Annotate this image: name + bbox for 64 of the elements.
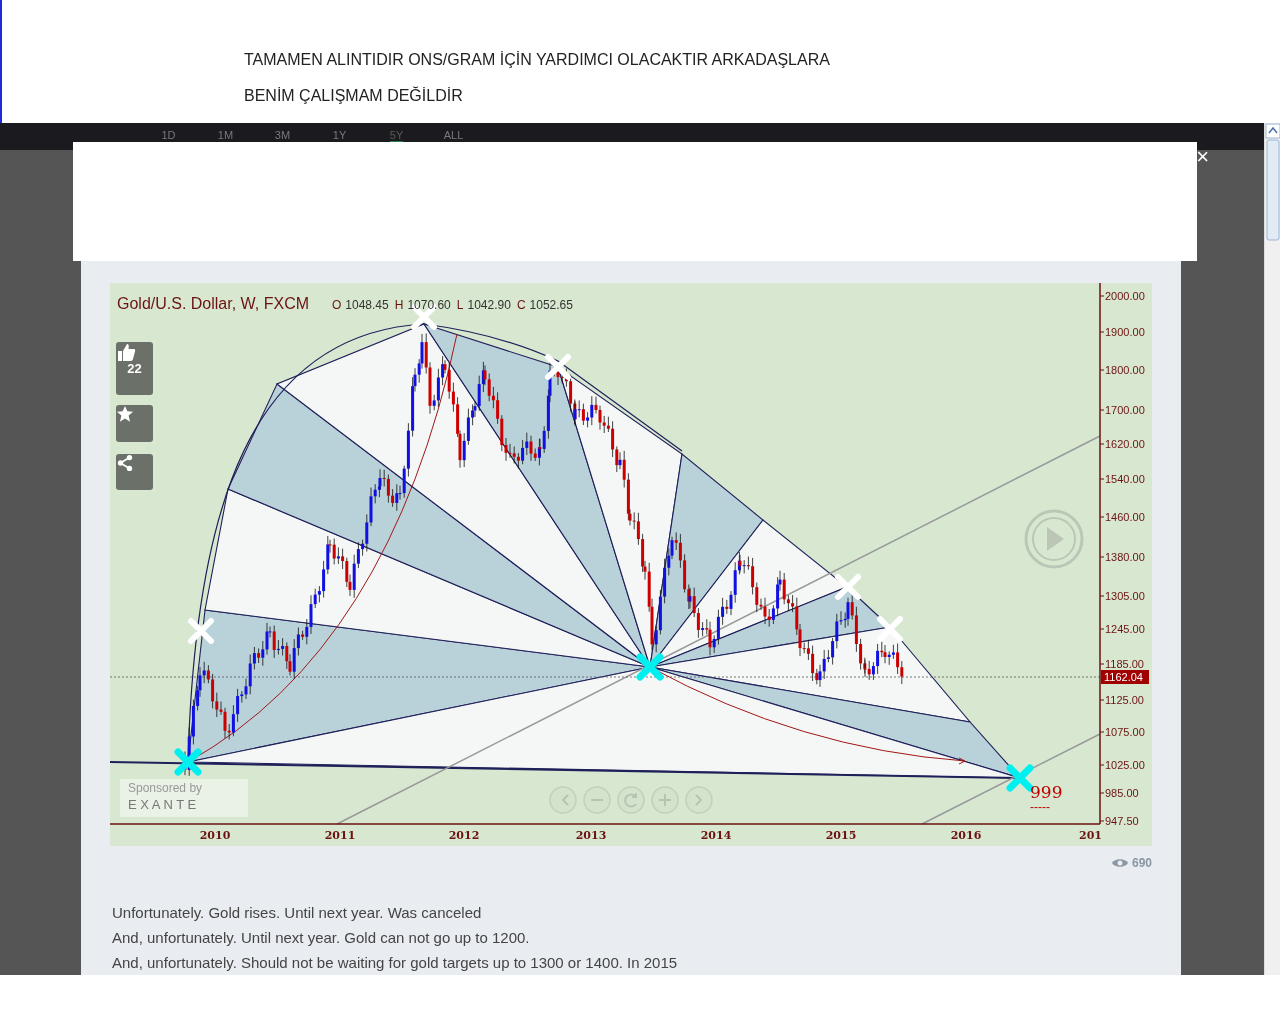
y-axis-label: 947.50 [1105, 815, 1139, 827]
x-axis-label: 2012 [448, 829, 480, 842]
description-text: And, unfortunately. Should not be waiting for gold targets up to 1300 or 1400. In 2015 [112, 953, 679, 973]
y-axis-label: 985.00 [1105, 787, 1139, 799]
annotation-text: 999 [1030, 782, 1063, 802]
share-icon [116, 454, 134, 472]
ohlc-key: H [394, 298, 404, 312]
y-axis-label: 1620.00 [1105, 438, 1145, 450]
x-axis-label: 2011 [324, 829, 356, 842]
description-text: And, unfortunately. Until next year. Gold can not go up to 1200. [112, 928, 531, 948]
y-axis-label: 1800.00 [1105, 364, 1145, 376]
ohlc-value: 1052.65 [529, 298, 573, 312]
range-tab[interactable]: 1M [197, 123, 254, 144]
range-tab[interactable]: 1D [140, 123, 197, 144]
y-axis-label: 1540.00 [1105, 473, 1145, 485]
range-tab[interactable]: ALL [425, 123, 482, 144]
x-axis-label: 2010 [199, 829, 231, 842]
range-tab[interactable]: 1Y [311, 123, 368, 144]
close-button[interactable]: × [1196, 145, 1209, 168]
scrollbar[interactable] [1264, 123, 1280, 975]
chart-title: Gold/U.S. Dollar, W, FXCM [117, 294, 310, 314]
y-axis-label: 1125.00 [1105, 694, 1144, 706]
share-button[interactable] [116, 454, 153, 490]
chevron-right-icon[interactable] [685, 786, 713, 814]
ohlc-key: O [332, 298, 342, 312]
ohlc-value: 1048.45 [345, 298, 389, 312]
star-icon [116, 405, 134, 423]
ohlc-value: 1042.90 [467, 298, 511, 312]
x-axis-label: 2016 [950, 829, 982, 842]
ohlc-value: 1070.60 [407, 298, 451, 312]
x-axis-label: 2013 [575, 829, 607, 842]
header-text: BENİM ÇALIŞMAM DEĞİLDİR [244, 85, 464, 106]
y-axis-label: 1025.00 [1105, 759, 1145, 771]
thumbs-up-icon [116, 342, 136, 362]
x-axis-label: 2015 [825, 829, 857, 842]
y-axis-label: 1075.00 [1105, 726, 1145, 738]
ohlc-key: L [456, 298, 464, 312]
x-axis-label: 2014 [700, 829, 732, 842]
sponsor-logo[interactable]: E X A N T E [128, 795, 240, 815]
y-axis-label: 1460.00 [1105, 511, 1145, 523]
range-tab[interactable]: 3M [254, 123, 311, 144]
reset-icon[interactable] [617, 786, 645, 814]
x-axis-label: 201 [1079, 829, 1102, 842]
y-axis-label: 1305.00 [1105, 590, 1145, 602]
view-count: 690 [1131, 855, 1152, 872]
annotation-dashes: ----- [1030, 800, 1050, 814]
like-button[interactable]: 22 [116, 342, 153, 395]
sponsor-label: Sponsored by [128, 781, 204, 795]
zoom-in-icon[interactable] [651, 786, 679, 814]
favorite-button[interactable] [116, 405, 153, 442]
y-axis-label: 1380.00 [1105, 551, 1145, 563]
y-axis-label: 1900.00 [1105, 326, 1145, 338]
play-icon[interactable] [1024, 509, 1084, 569]
y-axis-label: 1700.00 [1105, 404, 1145, 416]
header-text: TAMAMEN ALINTIDIR ONS/GRAM İÇİN YARDIMCI OLACAKTIR ARKADAŞLARA [244, 50, 831, 70]
zoom-out-icon[interactable] [583, 786, 611, 814]
eye-icon [1111, 858, 1128, 868]
y-axis-label: 1245.00 [1105, 623, 1145, 635]
chevron-left-icon[interactable] [549, 786, 577, 814]
ohlc-key: C [516, 298, 526, 312]
last-price-label: 1162.04 [1101, 670, 1149, 684]
y-axis-label: 2000.00 [1105, 290, 1145, 302]
description-text: Unfortunately. Gold rises. Until next year. Was canceled [112, 903, 483, 923]
y-axis-label: 1185.00 [1105, 658, 1144, 670]
